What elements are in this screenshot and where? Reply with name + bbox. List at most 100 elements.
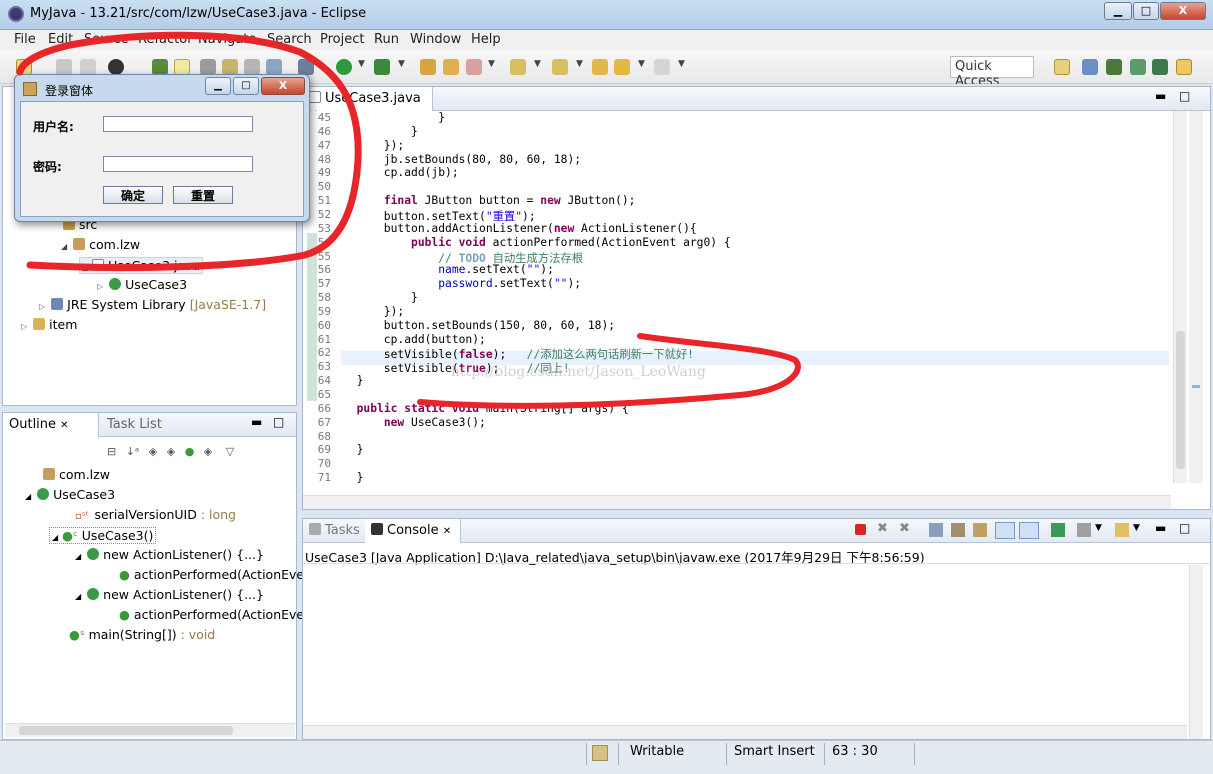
collapse-arrow-icon[interactable]: ◢ xyxy=(61,242,67,251)
password-field[interactable] xyxy=(103,156,253,172)
menu-search[interactable]: Search xyxy=(267,32,312,47)
java-perspective-icon[interactable] xyxy=(1176,59,1192,75)
reset-button[interactable]: 重置 xyxy=(173,186,233,204)
pin-console-icon[interactable] xyxy=(1051,523,1065,537)
next-dropdown-icon[interactable]: ▼ xyxy=(534,59,541,69)
save-icon[interactable] xyxy=(56,59,72,75)
open-perspective-icon[interactable] xyxy=(1054,59,1070,75)
tree-item-package[interactable]: ◢ com.lzw xyxy=(61,237,140,252)
collapse-arrow-icon[interactable]: ◢ xyxy=(75,592,81,601)
hide-local-icon[interactable]: ◈ xyxy=(204,445,212,458)
word-wrap-icon[interactable] xyxy=(973,523,987,537)
menu-source[interactable]: Source xyxy=(84,32,129,47)
next-annotation-icon[interactable] xyxy=(510,59,526,75)
sort-icon[interactable]: ↓ᵃ xyxy=(126,445,140,458)
display-console-icon[interactable] xyxy=(1077,523,1091,537)
external-dropdown-icon[interactable]: ▼ xyxy=(398,59,405,69)
menu-run[interactable]: Run xyxy=(374,32,399,47)
outline-item-listener-2[interactable]: ◢ new ActionListener() {...} xyxy=(75,587,264,602)
dialog-maximize-button[interactable]: □ xyxy=(233,77,259,95)
collapse-arrow-icon[interactable]: ◢ xyxy=(82,263,88,272)
prev-dropdown-icon[interactable]: ▼ xyxy=(576,59,583,69)
tab-usecase3-java[interactable]: UseCase3.java ✕ xyxy=(303,87,433,120)
ruler-mark[interactable] xyxy=(1192,385,1200,388)
prev-annotation-icon[interactable] xyxy=(552,59,568,75)
collapse-arrow-icon[interactable]: ◢ xyxy=(25,492,31,501)
close-tab-icon[interactable]: ✕ xyxy=(60,420,68,431)
outline-item-method-2[interactable]: ● actionPerformed(ActionEve xyxy=(119,607,304,622)
java-ee-perspective-icon[interactable] xyxy=(1082,59,1098,75)
back-dropdown-icon[interactable]: ▼ xyxy=(638,59,645,69)
editor-hscrollbar[interactable] xyxy=(303,495,1171,509)
git-perspective-icon[interactable] xyxy=(1152,59,1168,75)
dialog-minimize-button[interactable]: ▁ xyxy=(205,77,231,95)
new-icon[interactable] xyxy=(16,59,32,75)
back-icon[interactable] xyxy=(614,59,630,75)
menu-file[interactable]: File xyxy=(14,32,36,47)
hide-nonpublic-icon[interactable]: ● xyxy=(185,445,195,458)
code-text[interactable]: } } }); jb.setBounds(80, 80, 60, 18); cp… xyxy=(343,111,1169,491)
forward-dropdown-icon[interactable]: ▼ xyxy=(678,59,685,69)
open-type-icon[interactable] xyxy=(420,59,436,75)
console-hscrollbar[interactable] xyxy=(303,725,1187,739)
scroll-thumb[interactable] xyxy=(1176,331,1185,469)
outline-item-class[interactable]: ◢ UseCase3 xyxy=(25,487,115,502)
run-dropdown-icon[interactable]: ▼ xyxy=(358,59,365,69)
ok-button[interactable]: 确定 xyxy=(103,186,163,204)
tab-outline[interactable]: Outline ✕ xyxy=(3,413,99,437)
expand-arrow-icon[interactable]: ▷ xyxy=(21,322,27,331)
maximize-view-icon[interactable]: □ xyxy=(1179,521,1190,535)
maximize-view-icon[interactable]: □ xyxy=(273,415,284,429)
debug-profile-icon[interactable] xyxy=(108,59,124,75)
console-vscrollbar[interactable] xyxy=(1189,565,1203,739)
toggle-block-icon[interactable] xyxy=(222,59,238,75)
expand-arrow-icon[interactable]: ▷ xyxy=(39,302,45,311)
editor-vscrollbar[interactable] xyxy=(1173,111,1187,483)
show-stderr-icon[interactable] xyxy=(1019,522,1039,539)
paragraph-icon[interactable] xyxy=(266,59,282,75)
display-dropdown-icon[interactable]: ▼ xyxy=(1095,523,1102,533)
team-perspective-icon[interactable] xyxy=(1130,59,1146,75)
run-icon[interactable] xyxy=(336,59,352,75)
outline-item-method-1[interactable]: ● actionPerformed(ActionEve xyxy=(119,567,304,582)
dialog-close-button[interactable]: X xyxy=(261,77,305,95)
tab-tasks[interactable]: Tasks xyxy=(309,523,360,538)
skip-breakpoints-icon[interactable] xyxy=(200,59,216,75)
tree-item-jre[interactable]: ▷ JRE System Library [JavaSE-1.7] xyxy=(39,297,266,312)
tree-item-item[interactable]: ▷ item xyxy=(21,317,77,332)
close-button[interactable]: X xyxy=(1160,2,1206,20)
outline-item-package[interactable]: com.lzw xyxy=(43,467,110,482)
outline-item-listener-1[interactable]: ◢ new ActionListener() {...} xyxy=(75,547,264,562)
minimize-button[interactable]: ▁ xyxy=(1104,2,1132,20)
outline-item-constructor[interactable]: ◢ ●ᶜ UseCase3() xyxy=(49,527,157,544)
hide-fields-icon[interactable]: ◈ xyxy=(149,445,157,458)
debug-icon[interactable] xyxy=(298,59,314,75)
search-icon[interactable] xyxy=(466,59,482,75)
view-menu-icon[interactable]: ▽ xyxy=(226,445,234,458)
quick-access-input[interactable]: Quick Access xyxy=(950,56,1034,89)
terminate-icon[interactable] xyxy=(855,524,866,535)
minimize-view-icon[interactable]: ▬ xyxy=(1155,521,1166,535)
minimize-view-icon[interactable]: ▬ xyxy=(251,415,262,429)
clear-console-icon[interactable] xyxy=(929,523,943,537)
collapse-arrow-icon[interactable]: ◢ xyxy=(75,552,81,561)
collapse-arrow-icon[interactable]: ◢ xyxy=(52,533,58,542)
tab-console[interactable]: Console ✕ xyxy=(365,519,461,543)
show-stdout-icon[interactable] xyxy=(995,522,1015,539)
open-console-icon[interactable] xyxy=(1115,523,1129,537)
maximize-button[interactable]: □ xyxy=(1133,2,1159,20)
toggle-breakpoint-icon[interactable] xyxy=(152,59,168,75)
tree-item-usecase3-java[interactable]: ◢ UseCase3.java xyxy=(79,257,204,274)
scroll-thumb[interactable] xyxy=(19,726,233,735)
minimize-editor-icon[interactable]: ▬ xyxy=(1155,89,1166,103)
save-all-icon[interactable] xyxy=(80,59,96,75)
debug-perspective-icon[interactable] xyxy=(1106,59,1122,75)
collapse-all-icon[interactable]: ⊟ xyxy=(107,445,116,458)
remove-all-icon[interactable]: ✖ xyxy=(899,521,910,536)
expand-arrow-icon[interactable]: ▷ xyxy=(97,282,103,291)
outline-item-field[interactable]: ▫ˢᶠ serialVersionUID : long xyxy=(75,507,236,522)
forward-icon[interactable] xyxy=(654,59,670,75)
menu-window[interactable]: Window xyxy=(410,32,461,47)
overview-ruler[interactable] xyxy=(1189,111,1203,483)
outline-item-main[interactable]: ●ˢ main(String[]) : void xyxy=(69,627,215,642)
